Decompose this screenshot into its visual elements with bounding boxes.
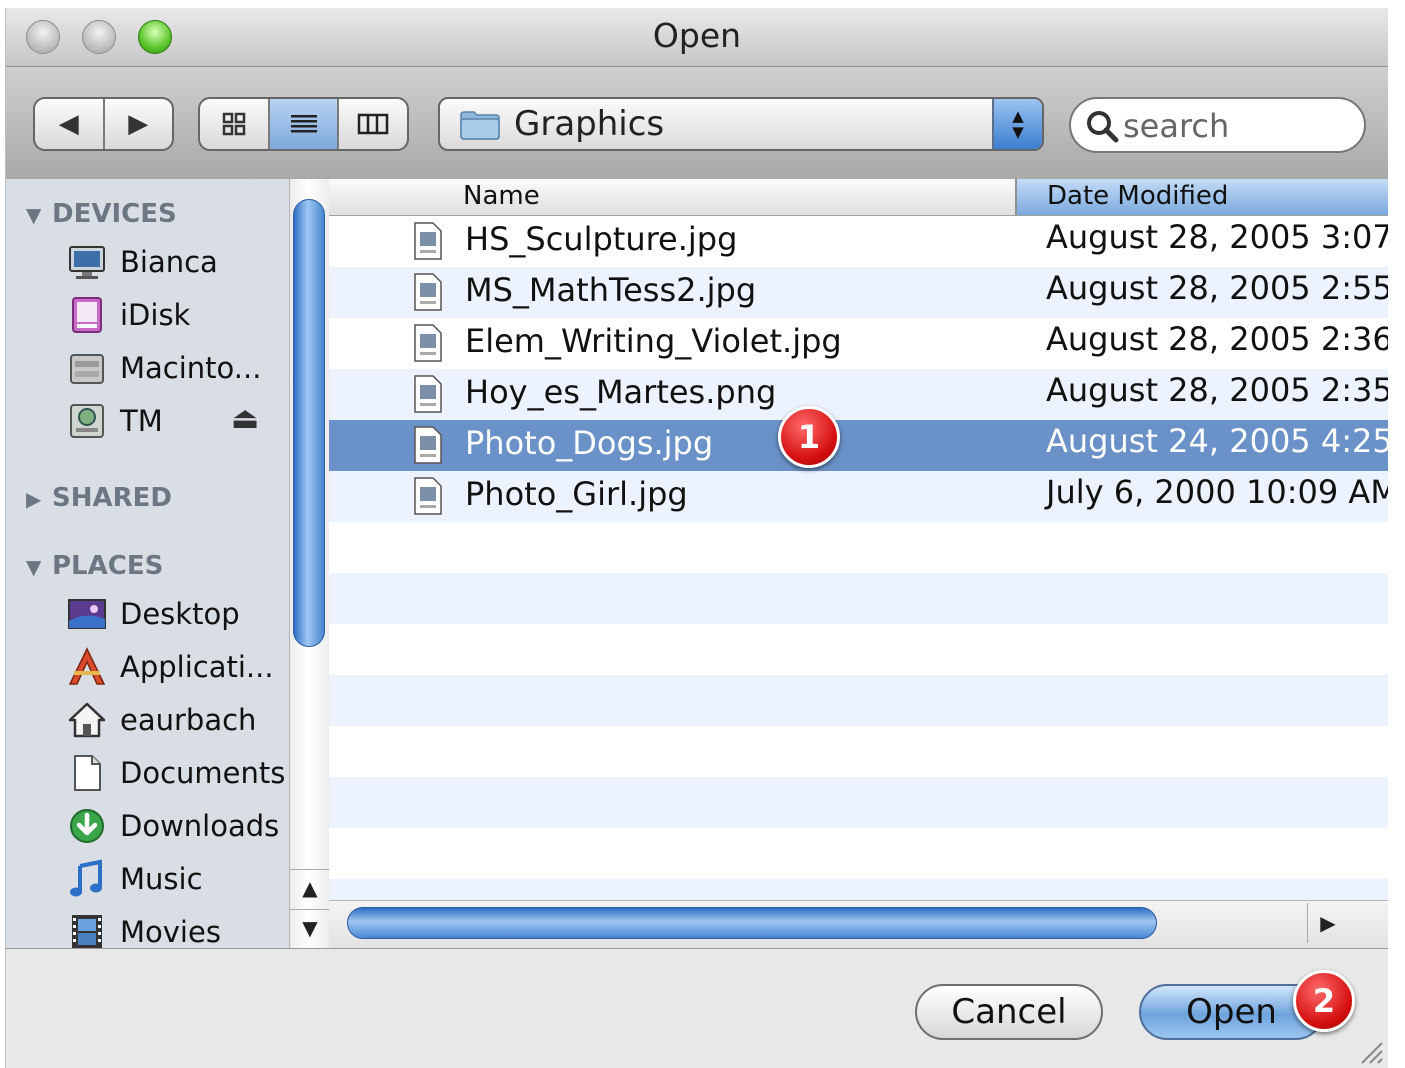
window-title: Open: [652, 16, 742, 55]
sidebar-item-downloads[interactable]: Downloads: [66, 803, 279, 849]
sidebar-section-shared[interactable]: ▶ SHARED: [26, 483, 172, 513]
dialog-button-bar: Cancel Open: [6, 948, 1388, 1068]
sidebar-item-macintosh[interactable]: Macinto...: [66, 345, 261, 391]
downloads-icon: [70, 809, 104, 843]
back-arrow-icon: ◀: [58, 109, 79, 139]
file-row-selected[interactable]: Photo_Dogs.jpg August 24, 2005 4:25: [329, 420, 1388, 471]
column-view-icon: [357, 113, 389, 135]
file-row[interactable]: Photo_Girl.jpg July 6, 2000 10:09 AM: [329, 471, 1388, 522]
sidebar-item-tm[interactable]: TM: [66, 398, 163, 444]
list-view-icon: [290, 115, 317, 133]
scroll-down-arrow-icon[interactable]: ▼: [290, 909, 330, 946]
callout-badge: 2: [1293, 970, 1355, 1032]
sidebar-item-movies[interactable]: Movies: [66, 909, 221, 948]
movies-icon: [72, 915, 102, 948]
image-file-icon: [414, 477, 442, 515]
time-machine-drive-icon: [70, 404, 104, 438]
hard-drive-icon: [70, 354, 104, 384]
file-list-header: Name Date Modified: [329, 179, 1388, 216]
sidebar-item-eaurbach[interactable]: eaurbach: [66, 697, 256, 743]
image-file-icon: [414, 375, 442, 413]
sidebar-item-idisk[interactable]: iDisk: [66, 292, 190, 338]
horizontal-scroll-thumb[interactable]: [347, 907, 1157, 939]
image-file-icon: [414, 273, 442, 311]
open-dialog: Open ◀ ▶ Graphics ▲ ▼ search ▼ DEVICES B…: [5, 8, 1388, 1068]
cancel-button[interactable]: Cancel: [915, 984, 1103, 1040]
disclosure-expanded-icon: ▼: [26, 203, 42, 227]
sidebar-item-documents[interactable]: Documents: [66, 750, 285, 796]
sidebar: ▼ DEVICES Bianca iDisk Macinto... TM ⏏ ▶…: [6, 179, 289, 948]
title-bar: Open: [6, 8, 1388, 67]
list-view-button[interactable]: [267, 99, 338, 149]
toolbar: ◀ ▶ Graphics ▲ ▼ search: [6, 67, 1388, 180]
file-row[interactable]: Hoy_es_Martes.png August 28, 2005 2:35: [329, 369, 1388, 420]
image-file-icon: [414, 426, 442, 464]
file-list: Name Date Modified HS_Sculpture.jpg Augu…: [329, 179, 1388, 948]
file-row[interactable]: Elem_Writing_Violet.jpg August 28, 2005 …: [329, 318, 1388, 369]
computer-icon: [69, 246, 105, 279]
sidebar-section-devices[interactable]: ▼ DEVICES: [26, 199, 177, 229]
image-file-icon: [414, 222, 442, 260]
sidebar-scrollbar[interactable]: ▲ ▼: [289, 179, 330, 948]
sidebar-scroll-thumb[interactable]: [293, 199, 325, 647]
horizontal-scrollbar[interactable]: ▶: [329, 900, 1388, 949]
file-row[interactable]: HS_Sculpture.jpg August 28, 2005 3:07: [329, 216, 1388, 267]
empty-row: [329, 777, 1388, 828]
name-column-header[interactable]: Name: [463, 181, 540, 211]
column-view-button[interactable]: [337, 99, 407, 149]
sidebar-item-applications[interactable]: Applicati...: [66, 644, 274, 690]
music-icon: [70, 859, 102, 897]
desktop-icon: [68, 599, 106, 629]
resize-grip-icon[interactable]: [1356, 1037, 1384, 1065]
icon-view-icon: [222, 112, 246, 136]
forward-button[interactable]: ▶: [102, 99, 173, 149]
empty-row: [329, 573, 1388, 624]
date-modified-column-header[interactable]: Date Modified: [1015, 179, 1388, 215]
icon-view-button[interactable]: [200, 99, 268, 149]
back-forward-control: ◀ ▶: [33, 97, 174, 151]
disclosure-collapsed-icon: ▶: [26, 487, 42, 511]
search-field[interactable]: [1069, 97, 1366, 153]
callout-badge: 1: [778, 406, 840, 468]
forward-arrow-icon: ▶: [128, 109, 149, 139]
empty-row: [329, 675, 1388, 726]
back-button[interactable]: ◀: [35, 99, 103, 149]
documents-icon: [74, 755, 101, 791]
home-icon: [68, 702, 106, 738]
view-mode-control: [198, 97, 409, 151]
scroll-right-arrow-icon[interactable]: ▶: [1307, 903, 1348, 943]
applications-icon: [68, 647, 106, 685]
file-row[interactable]: MS_MathTess2.jpg August 28, 2005 2:55: [329, 267, 1388, 318]
eject-icon[interactable]: ⏏: [231, 401, 259, 436]
search-input[interactable]: [1121, 105, 1355, 147]
sidebar-item-desktop[interactable]: Desktop: [66, 591, 240, 637]
image-file-icon: [414, 324, 442, 362]
sidebar-section-places[interactable]: ▼ PLACES: [26, 551, 163, 581]
folder-icon: [460, 111, 500, 140]
sidebar-item-bianca[interactable]: Bianca: [66, 239, 218, 285]
scroll-up-arrow-icon[interactable]: ▲: [290, 869, 330, 906]
location-popup[interactable]: Graphics ▲ ▼: [438, 97, 1044, 151]
disclosure-expanded-icon: ▼: [26, 555, 42, 579]
popup-arrows-icon: ▲ ▼: [992, 99, 1042, 149]
location-label: Graphics: [514, 104, 665, 144]
sidebar-item-music[interactable]: Music: [66, 856, 203, 902]
idisk-icon: [72, 297, 102, 333]
search-icon: [1087, 111, 1119, 143]
